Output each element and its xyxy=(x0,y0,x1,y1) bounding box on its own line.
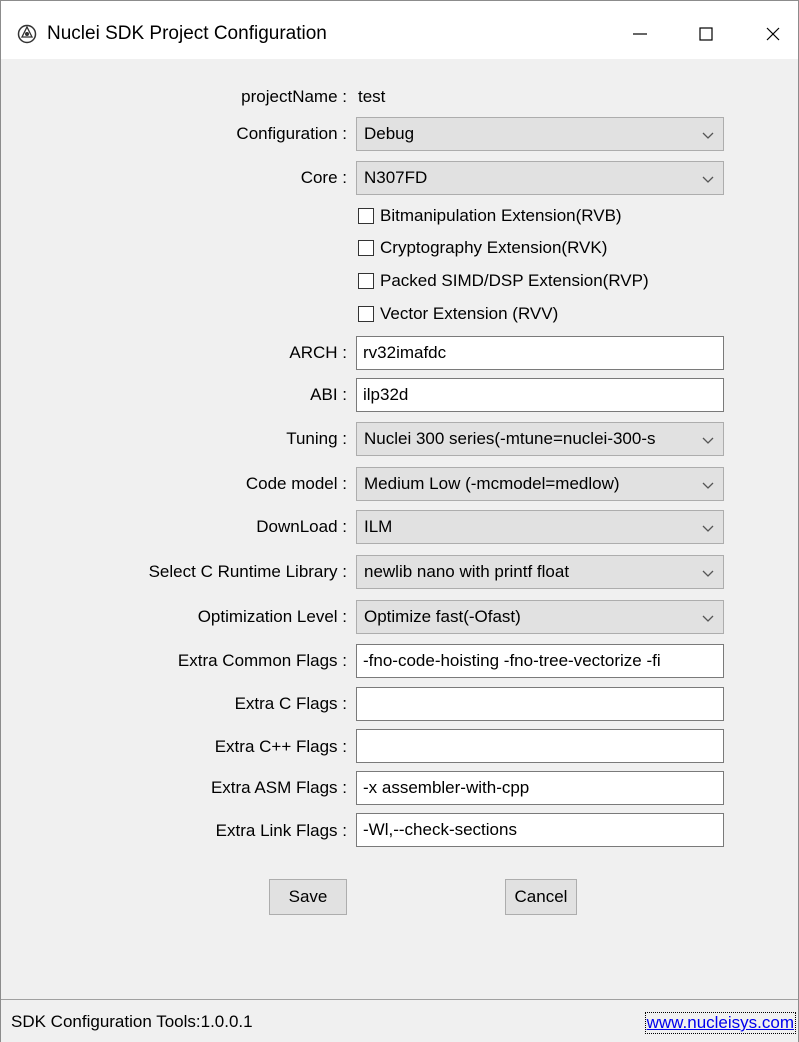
status-bar: SDK Configuration Tools:1.0.0.1 www.nucl… xyxy=(1,999,798,1042)
optimization-value: Optimize fast(-Ofast) xyxy=(364,607,521,626)
close-button[interactable] xyxy=(760,21,786,47)
code-model-select[interactable]: Medium Low (-mcmodel=medlow) xyxy=(356,467,724,501)
checkbox-rvk[interactable]: Cryptography Extension(RVK) xyxy=(358,237,607,259)
chevron-down-icon xyxy=(702,176,714,183)
minimize-icon xyxy=(633,33,647,35)
c-flags-input[interactable] xyxy=(356,687,724,721)
checkbox-box[interactable] xyxy=(358,240,374,256)
checkbox-box[interactable] xyxy=(358,273,374,289)
asm-flags-label: Extra ASM Flags : xyxy=(210,778,347,797)
tuning-select[interactable]: Nuclei 300 series(-mtune=nuclei-300-s xyxy=(356,422,724,456)
close-icon xyxy=(766,27,780,41)
common-flags-value: -fno-code-hoisting -fno-tree-vectorize -… xyxy=(363,651,661,670)
link-flags-value: -Wl,--check-sections xyxy=(363,820,517,839)
c-flags-label: Extra C Flags : xyxy=(234,694,347,713)
abi-input[interactable]: ilp32d xyxy=(356,378,724,412)
maximize-button[interactable] xyxy=(693,21,719,47)
common-flags-input[interactable]: -fno-code-hoisting -fno-tree-vectorize -… xyxy=(356,644,724,678)
runtime-select[interactable]: newlib nano with printf float xyxy=(356,555,724,589)
abi-value: ilp32d xyxy=(363,385,409,404)
arch-label: ARCH : xyxy=(289,343,347,362)
checkbox-label: Packed SIMD/DSP Extension(RVP) xyxy=(380,271,649,290)
download-value: ILM xyxy=(364,517,393,536)
chevron-down-icon xyxy=(702,525,714,532)
chevron-down-icon xyxy=(702,132,714,139)
checkbox-label: Bitmanipulation Extension(RVB) xyxy=(380,206,622,225)
project-name-label: projectName : xyxy=(241,87,347,106)
optimization-label: Optimization Level : xyxy=(197,607,347,626)
project-name-value: test xyxy=(358,87,386,106)
link-flags-label: Extra Link Flags : xyxy=(215,821,347,840)
checkbox-rvp[interactable]: Packed SIMD/DSP Extension(RVP) xyxy=(358,270,649,292)
website-link[interactable]: www.nucleisys.com xyxy=(644,1012,796,1034)
cpp-flags-label: Extra C++ Flags : xyxy=(214,737,347,756)
cancel-button[interactable]: Cancel xyxy=(505,879,577,915)
chevron-down-icon xyxy=(702,482,714,489)
link-flags-input[interactable]: -Wl,--check-sections xyxy=(356,813,724,847)
window-title: Nuclei SDK Project Configuration xyxy=(47,23,327,44)
runtime-value: newlib nano with printf float xyxy=(364,562,570,581)
nuclei-logo-icon xyxy=(17,24,37,44)
checkbox-box[interactable] xyxy=(358,208,374,224)
chevron-down-icon xyxy=(702,437,714,444)
abi-label: ABI : xyxy=(310,385,347,404)
save-button[interactable]: Save xyxy=(269,879,347,915)
chevron-down-icon xyxy=(702,570,714,577)
config-window: Nuclei SDK Project Configuration project… xyxy=(0,0,799,1042)
checkbox-box[interactable] xyxy=(358,306,374,322)
tuning-value: Nuclei 300 series(-mtune=nuclei-300-s xyxy=(364,429,656,448)
download-select[interactable]: ILM xyxy=(356,510,724,544)
runtime-label: Select C Runtime Library : xyxy=(148,562,347,581)
maximize-icon xyxy=(699,27,713,41)
configuration-label: Configuration : xyxy=(236,124,347,143)
checkbox-rvb[interactable]: Bitmanipulation Extension(RVB) xyxy=(358,205,622,227)
core-value: N307FD xyxy=(364,168,428,187)
asm-flags-input[interactable]: -x assembler-with-cpp xyxy=(356,771,724,805)
tuning-label: Tuning : xyxy=(286,429,347,448)
checkbox-label: Cryptography Extension(RVK) xyxy=(380,238,608,257)
version-text: SDK Configuration Tools:1.0.0.1 xyxy=(11,1012,253,1031)
core-select[interactable]: N307FD xyxy=(356,161,724,195)
cpp-flags-input[interactable] xyxy=(356,729,724,763)
chevron-down-icon xyxy=(702,615,714,622)
code-model-value: Medium Low (-mcmodel=medlow) xyxy=(364,474,620,493)
checkbox-label: Vector Extension (RVV) xyxy=(380,304,559,323)
title-bar: Nuclei SDK Project Configuration xyxy=(1,1,798,59)
core-label: Core : xyxy=(300,168,347,187)
arch-input[interactable]: rv32imafdc xyxy=(356,336,724,370)
configuration-select[interactable]: Debug xyxy=(356,117,724,151)
checkbox-rvv[interactable]: Vector Extension (RVV) xyxy=(358,303,558,325)
configuration-value: Debug xyxy=(364,124,415,143)
minimize-button[interactable] xyxy=(627,21,653,47)
download-label: DownLoad : xyxy=(256,517,347,536)
code-model-label: Code model : xyxy=(245,474,347,493)
arch-value: rv32imafdc xyxy=(363,343,447,362)
asm-flags-value: -x assembler-with-cpp xyxy=(363,778,530,797)
form-panel: projectName : test Configuration : Debug… xyxy=(1,59,798,999)
common-flags-label: Extra Common Flags : xyxy=(177,651,347,670)
optimization-select[interactable]: Optimize fast(-Ofast) xyxy=(356,600,724,634)
